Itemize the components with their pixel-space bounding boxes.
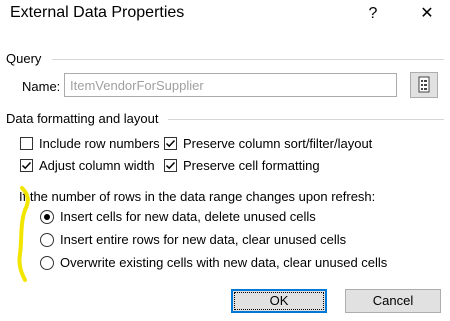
close-button[interactable]: ✕ [414,2,440,26]
preserve-formatting-label: Preserve cell formatting [183,158,320,173]
include-row-numbers-checkbox[interactable] [20,137,33,150]
name-label: Name: [22,79,61,94]
adjust-column-width-label: Adjust column width [39,158,155,173]
cancel-button-label: Cancel [372,293,414,308]
dialog-title: External Data Properties [10,4,185,21]
query-name-field[interactable] [64,73,397,97]
help-button[interactable]: ? [360,2,386,26]
preserve-sort-label: Preserve column sort/filter/layout [183,136,373,151]
insert-rows-label: Insert entire rows for new data, clear u… [60,232,347,247]
checkmark-icon [21,161,32,170]
cancel-button[interactable]: Cancel [345,289,441,313]
query-separator [52,59,444,60]
overwrite-cells-label: Overwrite existing cells with new data, … [60,255,388,270]
focus-ring [234,292,324,310]
adjust-column-width-checkbox[interactable] [20,159,33,172]
checkmark-icon [165,139,176,148]
highlighter-annotation [17,186,30,282]
preserve-formatting-checkbox[interactable] [164,159,177,172]
preserve-sort-checkbox[interactable] [164,137,177,150]
properties-list-icon [418,76,430,93]
query-section-label: Query [6,51,42,66]
ok-button[interactable]: OK [231,289,327,313]
include-row-numbers-label: Include row numbers [39,136,160,151]
query-properties-button[interactable] [410,72,438,98]
refresh-question-label: If the number of rows in the data range … [19,189,376,204]
insert-cells-label: Insert cells for new data, delete unused… [60,209,316,224]
checkmark-icon [165,161,176,170]
formatting-separator [168,119,444,120]
formatting-section-label: Data formatting and layout [6,111,159,126]
